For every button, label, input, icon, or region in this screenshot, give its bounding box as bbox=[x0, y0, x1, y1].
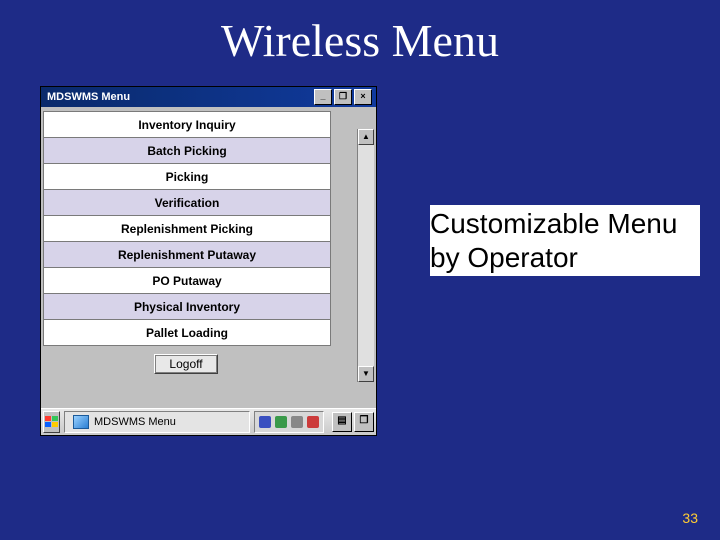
titlebar[interactable]: MDSWMS Menu _ ❐ × bbox=[41, 87, 376, 107]
menu-item-replenishment-putaway[interactable]: Replenishment Putaway bbox=[44, 242, 330, 268]
start-button[interactable] bbox=[43, 411, 60, 433]
menu-item-inventory-inquiry[interactable]: Inventory Inquiry bbox=[44, 112, 330, 138]
slide-title: Wireless Menu bbox=[0, 0, 720, 73]
logoff-area: Logoff bbox=[43, 346, 329, 380]
menu-item-verification[interactable]: Verification bbox=[44, 190, 330, 216]
menu-item-po-putaway[interactable]: PO Putaway bbox=[44, 268, 330, 294]
menu-item-pallet-loading[interactable]: Pallet Loading bbox=[44, 320, 330, 345]
app-window: MDSWMS Menu _ ❐ × Inventory Inquiry Batc… bbox=[40, 86, 377, 436]
titlebar-text: MDSWMS Menu bbox=[43, 91, 314, 103]
close-button[interactable]: × bbox=[354, 89, 372, 105]
client-area: Inventory Inquiry Batch Picking Picking … bbox=[41, 107, 376, 384]
menu-item-replenishment-picking[interactable]: Replenishment Picking bbox=[44, 216, 330, 242]
cascade-windows-button[interactable]: ❐ bbox=[354, 412, 374, 432]
tray-icon[interactable] bbox=[259, 416, 271, 428]
scroll-up-button[interactable]: ▲ bbox=[358, 129, 374, 145]
show-desktop-button[interactable]: ▤ bbox=[332, 412, 352, 432]
vertical-scrollbar[interactable]: ▲ ▼ bbox=[357, 129, 374, 382]
system-tray[interactable] bbox=[254, 411, 324, 433]
maximize-button[interactable]: ❐ bbox=[334, 89, 352, 105]
tray-icon[interactable] bbox=[291, 416, 303, 428]
taskbar-extra-buttons: ▤ ❐ bbox=[332, 412, 374, 432]
task-app-icon bbox=[73, 415, 89, 429]
menu-item-physical-inventory[interactable]: Physical Inventory bbox=[44, 294, 330, 320]
menu-list: Inventory Inquiry Batch Picking Picking … bbox=[43, 111, 331, 346]
callout-text: Customizable Menu by Operator bbox=[430, 205, 700, 276]
page-number: 33 bbox=[682, 510, 698, 526]
titlebar-buttons: _ ❐ × bbox=[314, 89, 374, 105]
taskbar-task-label: MDSWMS Menu bbox=[94, 416, 176, 428]
tray-icon[interactable] bbox=[275, 416, 287, 428]
minimize-button[interactable]: _ bbox=[314, 89, 332, 105]
scroll-down-button[interactable]: ▼ bbox=[358, 366, 374, 382]
menu-item-picking[interactable]: Picking bbox=[44, 164, 330, 190]
menu-item-batch-picking[interactable]: Batch Picking bbox=[44, 138, 330, 164]
taskbar: MDSWMS Menu ▤ ❐ bbox=[41, 408, 376, 435]
windows-flag-icon bbox=[45, 416, 59, 428]
taskbar-task-button[interactable]: MDSWMS Menu bbox=[64, 411, 250, 433]
logoff-button[interactable]: Logoff bbox=[154, 354, 217, 374]
tray-icon[interactable] bbox=[307, 416, 319, 428]
